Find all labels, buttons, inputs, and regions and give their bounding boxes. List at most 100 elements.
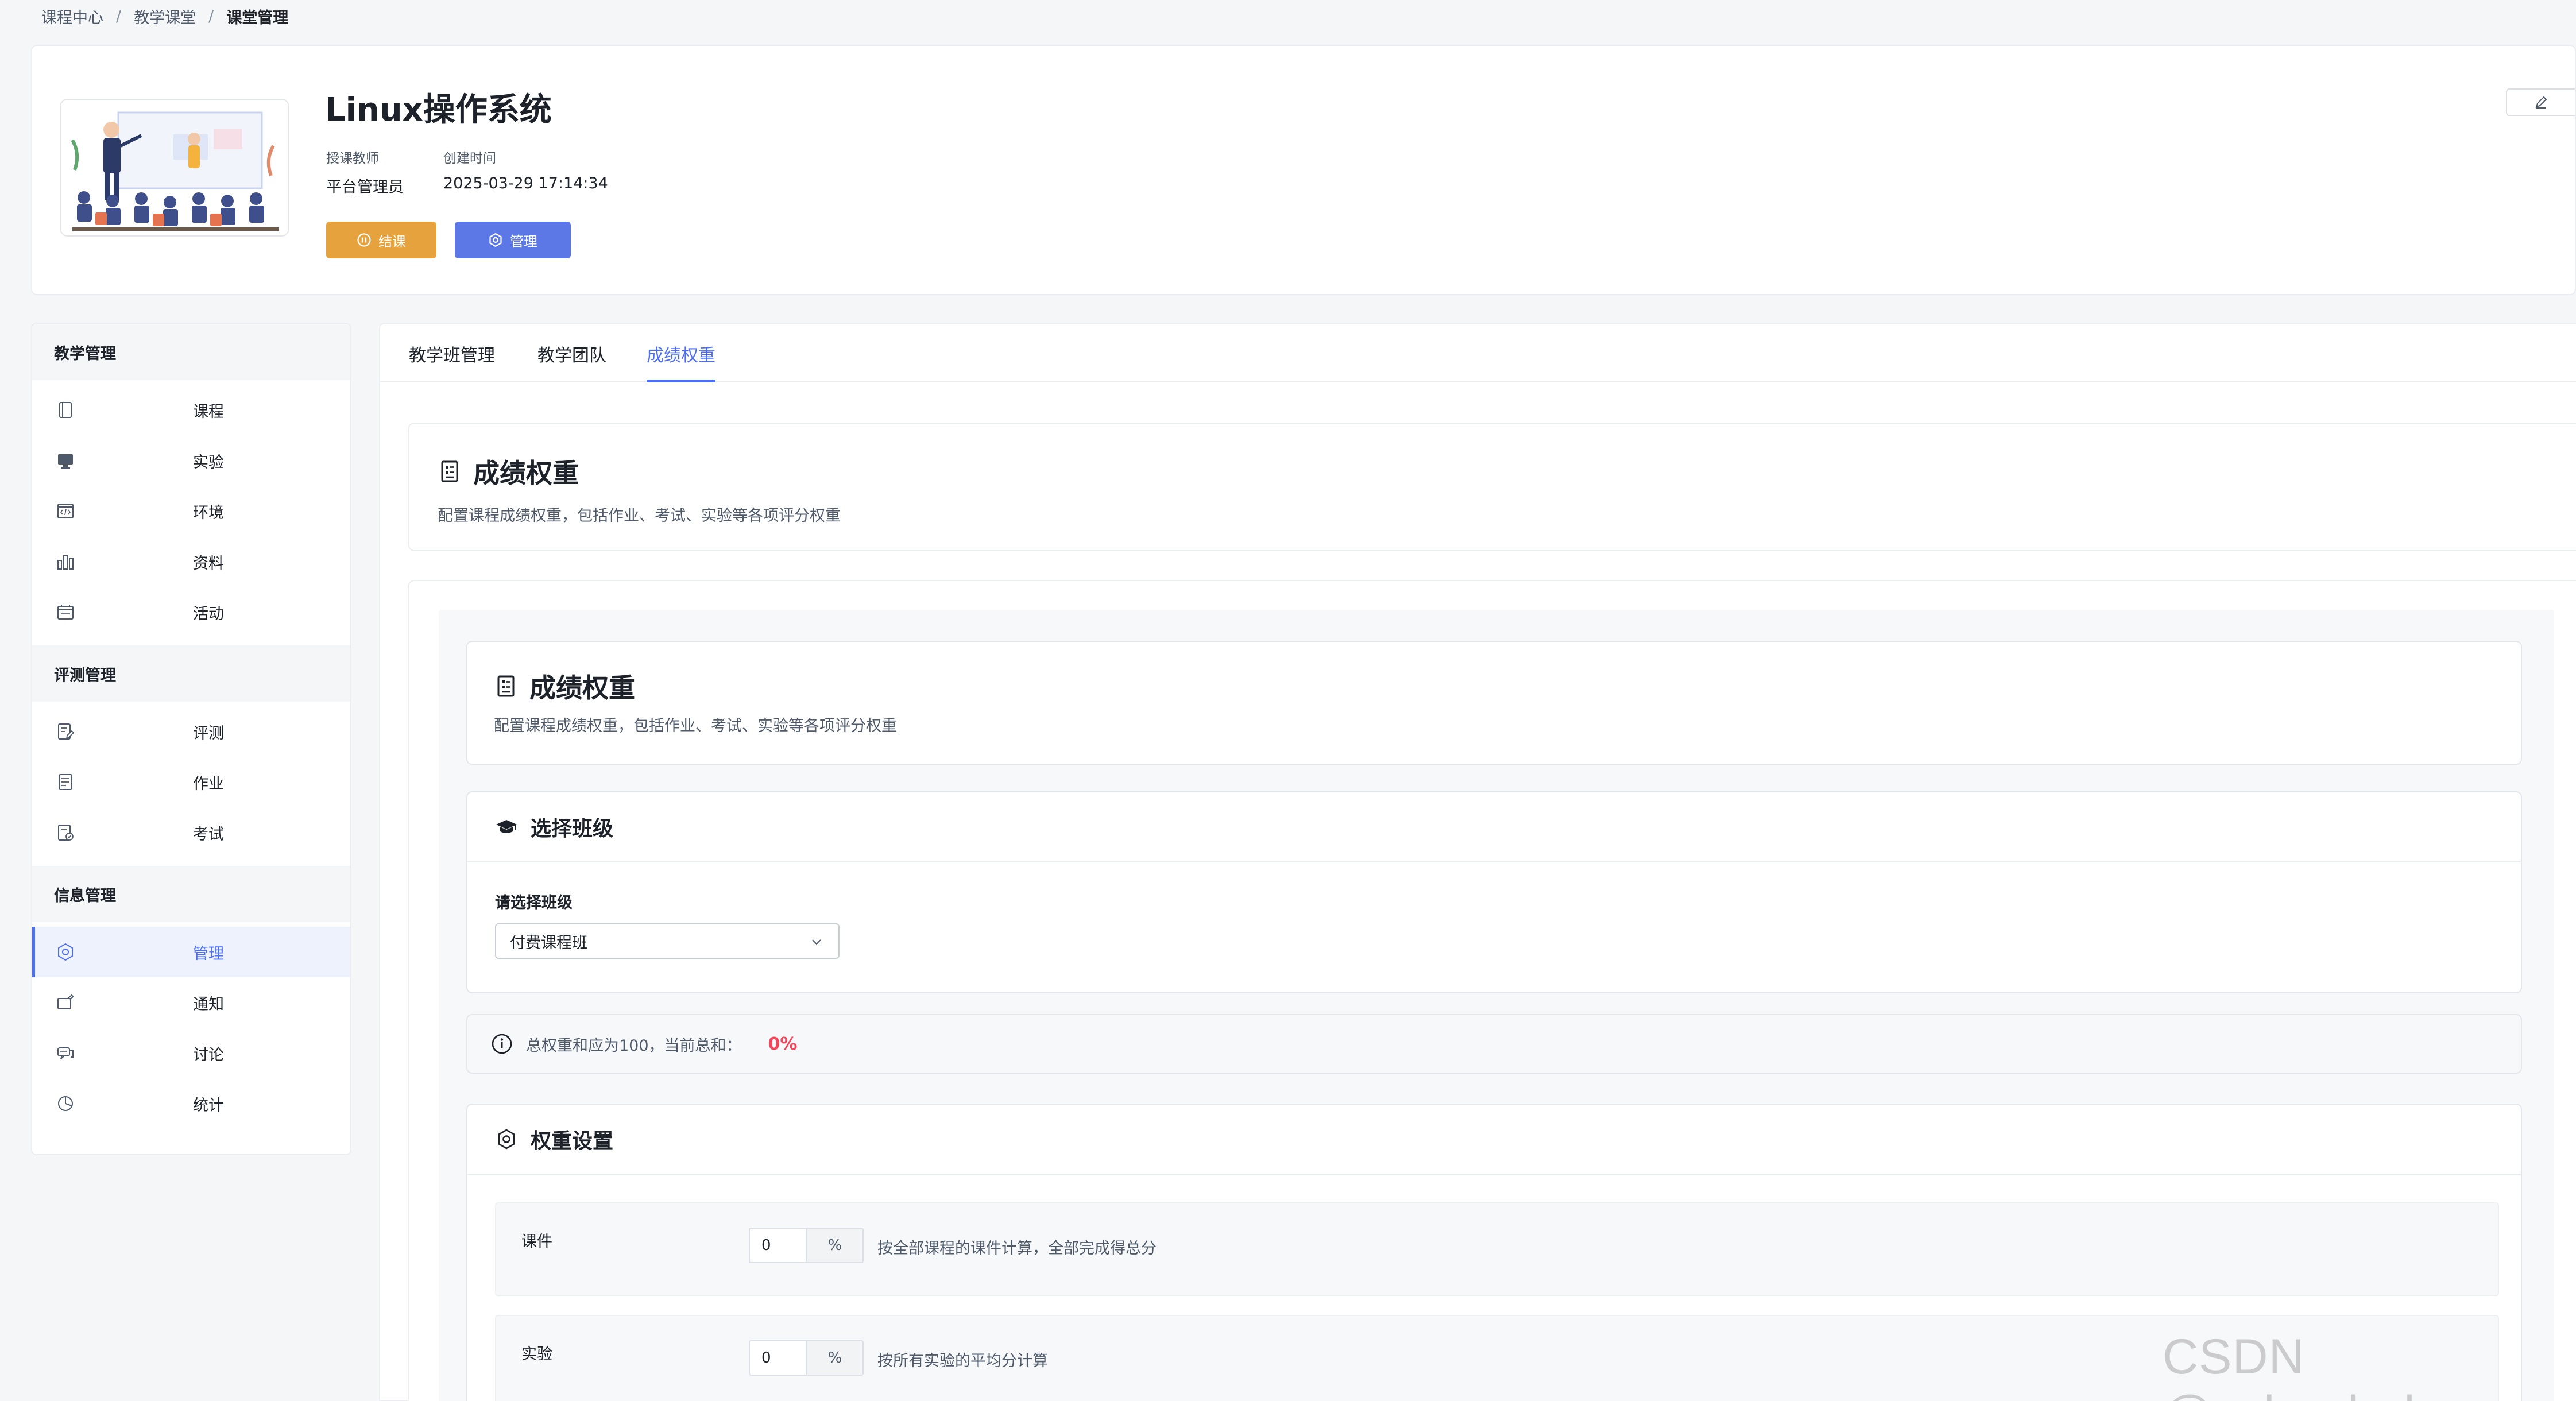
info-icon (492, 1034, 512, 1054)
sidebar-item-label: 评测 (193, 724, 224, 742)
calendar-icon (57, 605, 74, 620)
sidebar-group-title-teaching: 教学管理 (32, 324, 350, 380)
sidebar-item-label: 作业 (193, 775, 224, 793)
pause-circle-icon (357, 233, 371, 247)
select-class-header: 选择班级 (467, 792, 2521, 862)
form-document-icon (441, 460, 458, 482)
sidebar-item-label: 资料 (193, 554, 224, 572)
manage-course-label: 管理 (510, 233, 537, 250)
breadcrumb-separator: / (116, 7, 122, 25)
weight-settings-title: 权重设置 (531, 1129, 614, 1153)
sidebar-group-title-assessment: 评测管理 (32, 645, 350, 702)
breadcrumb-item-current: 课堂管理 (226, 9, 289, 27)
total-weight-tip: 总权重和应为100，当前总和： 0% (466, 1014, 2522, 1074)
weight-row-description: 按所有实验的平均分计算 (877, 1352, 1048, 1370)
end-course-label: 结课 (378, 233, 406, 250)
class-select-value: 付费课程班 (510, 934, 587, 952)
edit-document-icon (58, 723, 75, 740)
graduation-cap-icon (496, 820, 517, 833)
sidebar-item-label: 通知 (193, 995, 224, 1013)
teacher-meta: 授课教师 平台管理员 (326, 147, 404, 197)
sidebar-item-homework[interactable]: 作业 (32, 757, 350, 807)
select-class-card: 选择班级 请选择班级 付费课程班 (466, 791, 2522, 993)
course-cover-image (60, 99, 289, 237)
breadcrumb-separator: / (208, 7, 214, 25)
sidebar-item-experiment[interactable]: 实验 (32, 435, 350, 486)
sidebar-item-label: 考试 (193, 825, 224, 843)
sidebar-item-evaluation[interactable]: 评测 (32, 706, 350, 757)
tab-bar: 教学班管理 教学团队 成绩权重 (380, 324, 2576, 382)
chat-icon (57, 1047, 74, 1059)
sidebar-item-manage[interactable]: 管理 (32, 927, 350, 977)
chevron-down-icon (812, 939, 821, 945)
sidebar-item-course[interactable]: 课程 (32, 385, 350, 435)
bar-chart-icon (57, 555, 74, 570)
grade-weight-outer-card: 成绩权重 配置课程成绩权重，包括作业、考试、实验等各项评分权重 选择班级 请选择… (408, 580, 2576, 1401)
pie-chart-icon (58, 1096, 73, 1111)
classroom-illustration (61, 100, 288, 235)
intro-subtitle: 配置课程成绩权重，包括作业、考试、实验等各项评分权重 (438, 507, 841, 525)
manage-course-button[interactable]: 管理 (455, 222, 571, 258)
notice-icon (57, 994, 74, 1009)
sidebar-item-discussion[interactable]: 讨论 (32, 1028, 350, 1078)
created-label: 创建时间 (443, 151, 496, 166)
tab-grade-weights[interactable]: 成绩权重 (647, 341, 715, 382)
sidebar: 教学管理 课程 实验 环境 资料 活动 评测管理 评测 作业 考试 信息管理 管… (31, 323, 351, 1155)
breadcrumb-item-classroom[interactable]: 教学课堂 (134, 5, 196, 28)
teacher-label: 授课教师 (326, 151, 379, 166)
sidebar-item-label: 活动 (193, 605, 224, 623)
weight-settings-header: 权重设置 (467, 1105, 2521, 1175)
weight-row-name: 课件 (521, 1233, 552, 1251)
experiment-weight-input[interactable]: 0 (749, 1340, 807, 1376)
sidebar-item-statistics[interactable]: 统计 (32, 1078, 350, 1129)
sidebar-item-label: 管理 (193, 945, 224, 963)
document-list-icon (59, 774, 72, 790)
panel-title: 成绩权重 (494, 667, 635, 705)
sidebar-item-environment[interactable]: 环境 (32, 486, 350, 536)
courseware-weight-input[interactable]: 0 (749, 1228, 807, 1263)
main-content: 教学班管理 教学团队 成绩权重 成绩权重 配置课程成绩权重，包括作业、考试、实验… (379, 323, 2576, 1401)
sidebar-item-label: 课程 (193, 403, 224, 421)
gear-icon (58, 943, 73, 961)
weight-row-name: 实验 (521, 1345, 552, 1363)
select-class-title: 选择班级 (531, 817, 614, 841)
form-document-icon (497, 675, 515, 697)
sidebar-group-title-info: 信息管理 (32, 866, 350, 922)
code-window-icon (57, 504, 74, 518)
exam-icon (58, 825, 74, 841)
sidebar-item-label: 实验 (193, 453, 224, 471)
course-header-card: Linux操作系统 授课教师 平台管理员 创建时间 2025-03-29 17:… (31, 45, 2576, 295)
created-meta: 创建时间 2025-03-29 17:14:34 (443, 147, 608, 192)
class-select-label: 请选择班级 (495, 894, 573, 912)
weight-row-courseware: 课件 0 % 按全部课程的课件计算，全部完成得总分 (495, 1202, 2499, 1296)
sidebar-item-activity[interactable]: 活动 (32, 587, 350, 637)
total-weight-tip-text: 总权重和应为100，当前总和： (526, 1036, 742, 1055)
class-select[interactable]: 付费课程班 (495, 923, 840, 959)
pencil-icon (2535, 96, 2547, 109)
watermark: CSDN @zcloudedu (2163, 1329, 2443, 1401)
tab-teaching-team[interactable]: 教学团队 (537, 341, 606, 382)
breadcrumb: 课程中心 / 教学课堂 / 课堂管理 (41, 3, 288, 29)
created-value: 2025-03-29 17:14:34 (443, 175, 608, 192)
sidebar-item-label: 讨论 (193, 1046, 224, 1064)
percent-unit-addon: % (806, 1340, 864, 1376)
sidebar-item-exam[interactable]: 考试 (32, 807, 350, 858)
monitor-icon (58, 454, 73, 469)
intro-title: 成绩权重 (438, 452, 579, 490)
intro-title-text: 成绩权重 (473, 458, 579, 489)
sidebar-item-label: 环境 (193, 504, 224, 522)
breadcrumb-item-course-center[interactable]: 课程中心 (41, 5, 103, 28)
grade-weight-intro-card: 成绩权重 配置课程成绩权重，包括作业、考试、实验等各项评分权重 (408, 423, 2576, 551)
tab-class-management[interactable]: 教学班管理 (409, 341, 495, 382)
sidebar-item-notice[interactable]: 通知 (32, 977, 350, 1028)
grade-weight-panel: 成绩权重 配置课程成绩权重，包括作业、考试、实验等各项评分权重 选择班级 请选择… (439, 610, 2554, 1401)
panel-header-card: 成绩权重 配置课程成绩权重，包括作业、考试、实验等各项评分权重 (466, 641, 2522, 765)
book-icon (59, 402, 72, 418)
gear-icon (498, 1129, 515, 1150)
edit-course-button[interactable] (2506, 88, 2575, 116)
panel-title-text: 成绩权重 (529, 672, 635, 703)
panel-subtitle: 配置课程成绩权重，包括作业、考试、实验等各项评分权重 (494, 717, 897, 735)
weight-row-description: 按全部课程的课件计算，全部完成得总分 (877, 1240, 1157, 1257)
sidebar-item-materials[interactable]: 资料 (32, 536, 350, 587)
end-course-button[interactable]: 结课 (326, 222, 436, 258)
